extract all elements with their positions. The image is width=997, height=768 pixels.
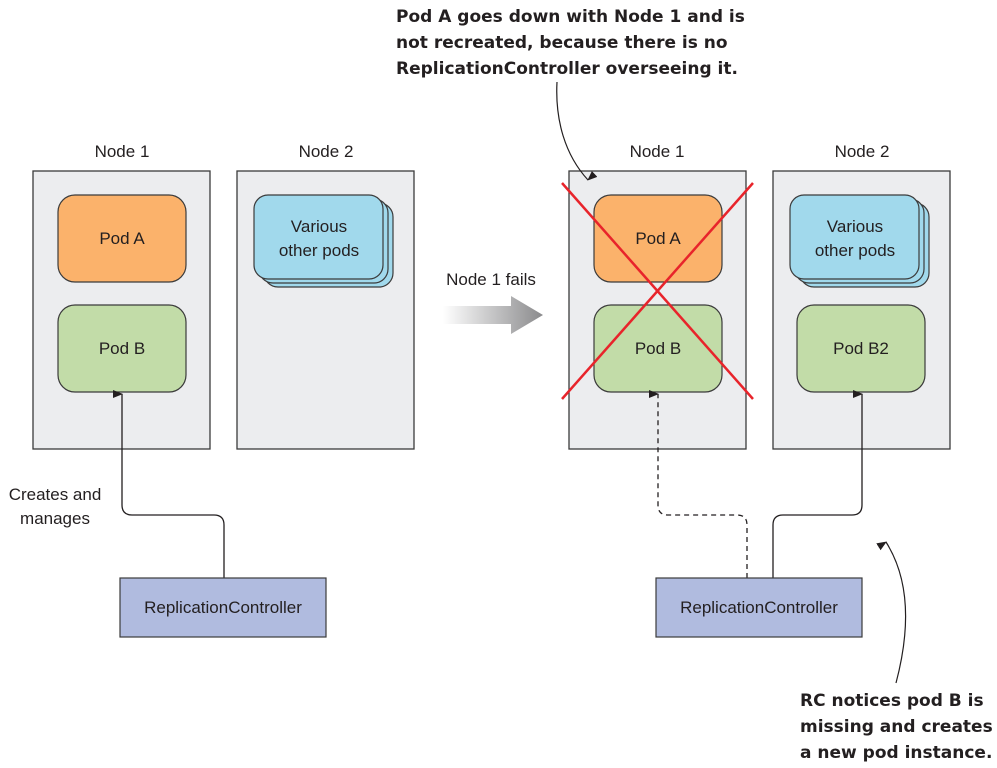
transition: Node 1 fails bbox=[443, 270, 543, 334]
after-pod-b[interactable]: Pod B bbox=[593, 304, 723, 393]
node2-label: Node 2 bbox=[299, 142, 354, 161]
top-note-line3: ReplicationController overseeing it. bbox=[396, 59, 738, 79]
after-other-pods-line2: other pods bbox=[815, 241, 895, 260]
edge-label-line1: Creates and bbox=[9, 485, 102, 504]
pod-b[interactable]: Pod B bbox=[57, 304, 187, 393]
pod-b2-label: Pod B2 bbox=[833, 339, 889, 358]
transition-label: Node 1 fails bbox=[446, 270, 536, 289]
after-pod-b-label: Pod B bbox=[635, 339, 681, 358]
pod-a-label: Pod A bbox=[99, 229, 145, 248]
pod-b2[interactable]: Pod B2 bbox=[796, 304, 926, 393]
rc-after-label: ReplicationController bbox=[680, 598, 838, 617]
diagram-canvas: Node 1 Pod A Pod B Node 2 Various other … bbox=[9, 7, 993, 763]
after-other-pods-stack[interactable]: Various other pods bbox=[789, 194, 930, 288]
rc-before-label: ReplicationController bbox=[144, 598, 302, 617]
top-note-line2: not recreated, because there is no bbox=[396, 33, 728, 53]
bottom-annotation: RC notices pod B is missing and creates … bbox=[800, 541, 993, 763]
bottom-note-line1: RC notices pod B is bbox=[800, 691, 984, 711]
pod-b-label: Pod B bbox=[99, 339, 145, 358]
after-other-pods-line1: Various bbox=[827, 217, 883, 236]
top-annotation: Pod A goes down with Node 1 and is not r… bbox=[396, 7, 745, 181]
fails-arrow-icon bbox=[443, 296, 543, 334]
bottom-note-line3: a new pod instance. bbox=[800, 743, 992, 763]
node1-label: Node 1 bbox=[95, 142, 150, 161]
before-scenario: Node 1 Pod A Pod B Node 2 Various other … bbox=[9, 142, 415, 638]
other-pods-label-line1: Various bbox=[291, 217, 347, 236]
replication-controller-before[interactable]: ReplicationController bbox=[119, 577, 327, 638]
top-pointer-arrow-icon bbox=[556, 81, 598, 181]
bottom-pointer-arrow-icon bbox=[876, 541, 907, 684]
after-node1-label: Node 1 bbox=[630, 142, 685, 161]
replication-controller-after[interactable]: ReplicationController bbox=[655, 577, 863, 638]
after-pod-a-label: Pod A bbox=[635, 229, 681, 248]
top-note-line1: Pod A goes down with Node 1 and is bbox=[396, 7, 745, 27]
other-pods-label-line2: other pods bbox=[279, 241, 359, 260]
edge-label-line2: manages bbox=[20, 509, 90, 528]
bottom-note-line2: missing and creates bbox=[800, 717, 993, 737]
pod-a[interactable]: Pod A bbox=[57, 194, 187, 283]
after-scenario: Node 1 Pod A Pod B Node 2 Various other … bbox=[561, 142, 951, 638]
after-node2-label: Node 2 bbox=[835, 142, 890, 161]
other-pods-stack[interactable]: Various other pods bbox=[253, 194, 394, 288]
